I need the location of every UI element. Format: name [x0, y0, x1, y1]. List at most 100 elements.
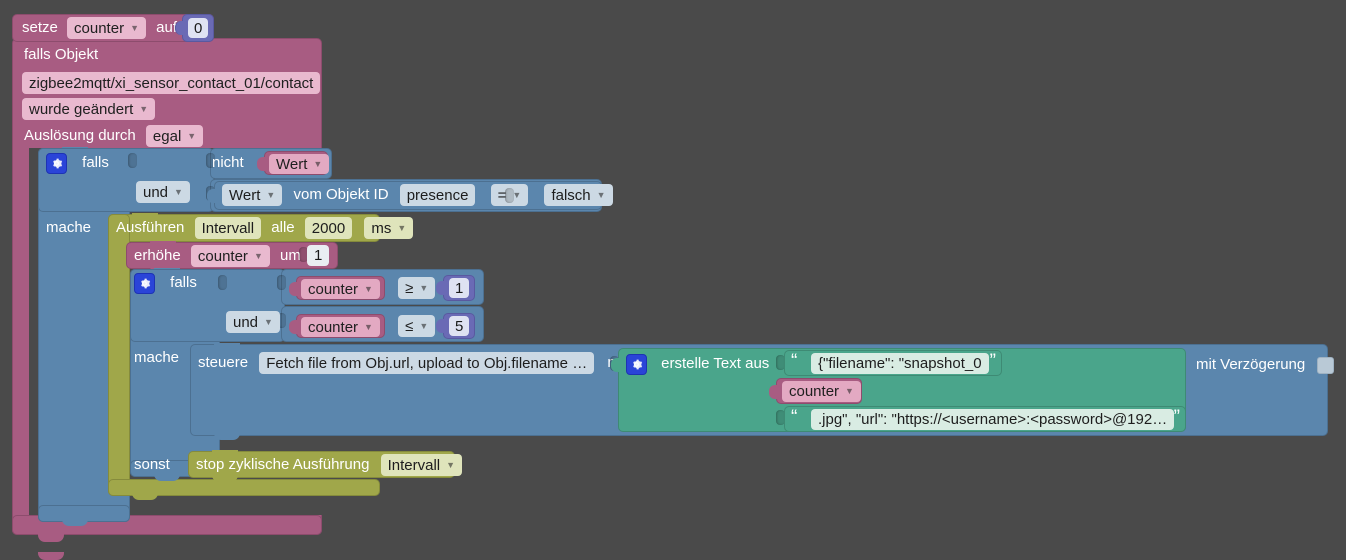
interval-name-field[interactable]: Intervall: [194, 217, 262, 239]
not-value-block[interactable]: Wert ▼: [257, 151, 330, 175]
compare-right-value: falsch: [551, 186, 591, 204]
control-keyword: steuere: [198, 354, 249, 371]
cond2-operator-dropdown[interactable]: ≤ ▼: [398, 315, 436, 337]
value-plug: [436, 319, 445, 333]
set-variable-row: setze counter ▼ auf: [22, 17, 177, 39]
trigger-object-id-row[interactable]: zigbee2mqtt/xi_sensor_contact_01/contact: [22, 72, 321, 94]
cond2-operator: ≤: [405, 317, 414, 335]
trigger-line1: falls Objekt: [24, 44, 98, 66]
inner-if-and-row[interactable]: und ▼: [226, 311, 280, 333]
inner-if-header: falls: [134, 272, 197, 294]
gear-icon[interactable]: [134, 272, 155, 294]
value-plug: [611, 358, 620, 372]
cond2-number-value[interactable]: 5: [449, 316, 470, 336]
interval-unit-dropdown[interactable]: ms ▼: [364, 217, 414, 239]
increment-variable-name: counter: [197, 247, 248, 265]
text-join-label: erstelle Text aus: [661, 355, 770, 372]
text-variable-part-2[interactable]: counter ▼: [769, 378, 862, 404]
increment-row: erhöhe counter ▼ um: [134, 245, 301, 267]
stop-interval-name-dropdown[interactable]: Intervall ▼: [380, 454, 463, 476]
chevron-down-icon: ▼: [139, 103, 149, 114]
text-part-1-field[interactable]: {"filename": "snapshot_0: [811, 353, 989, 374]
inner-and-dropdown[interactable]: und ▼: [226, 311, 280, 333]
delay-checkbox[interactable]: [1317, 356, 1335, 374]
cond1-number-value[interactable]: 1: [449, 278, 470, 298]
set-assign-word: auf: [156, 19, 178, 36]
text-part-3-field[interactable]: .jpg", "url": "https://<username>:<passw…: [811, 409, 1175, 430]
chevron-down-icon: ▼: [419, 282, 429, 293]
cond1-variable-name: counter: [308, 280, 359, 298]
number-value[interactable]: 0: [188, 18, 209, 38]
cond2-variable-dropdown[interactable]: counter ▼: [301, 317, 380, 337]
set-variable-dropdown[interactable]: counter ▼: [67, 17, 146, 39]
chevron-down-icon: ▼: [266, 189, 276, 200]
gear-icon[interactable]: [626, 353, 647, 375]
compare-left-dropdown[interactable]: Wert ▼: [222, 184, 283, 206]
gear-icon[interactable]: [46, 152, 67, 174]
set-variable-name: counter: [74, 19, 125, 37]
close-quote-icon: ”: [989, 351, 996, 372]
cond2-variable-name: counter: [308, 318, 359, 336]
interval-run-label: Ausführen: [116, 219, 185, 236]
chevron-down-icon: ▼: [397, 222, 407, 233]
increment-variable-dropdown[interactable]: counter ▼: [190, 245, 270, 267]
increment-amount-field[interactable]: 1: [307, 245, 330, 266]
interval-notch-bottom: [132, 492, 158, 500]
and-dropdown[interactable]: und ▼: [136, 181, 190, 203]
trigger-line1-label: falls Objekt: [24, 46, 99, 63]
cond1-number-block[interactable]: 1: [436, 275, 475, 301]
compare-left-value: Wert: [229, 186, 261, 204]
stop-interval-keyword: stop zyklische Ausführung: [196, 456, 370, 473]
chevron-down-icon: ▼: [174, 186, 183, 197]
text-part-2-variable-dropdown[interactable]: counter ▼: [782, 381, 861, 402]
interval-header-row: Ausführen Intervall alle 2000 ms ▼: [116, 217, 414, 239]
inner-if-do-row: mache: [134, 347, 179, 369]
outer-if-and-row[interactable]: und ▼: [136, 181, 190, 203]
value-plug: [289, 320, 298, 334]
compare-object-id[interactable]: presence: [399, 184, 476, 206]
cond2-variable-block[interactable]: counter ▼: [289, 314, 385, 338]
value-plug: [289, 282, 298, 296]
cond2-number-block[interactable]: 5: [436, 313, 475, 339]
trigger-block-notch-bottom: [38, 534, 64, 542]
inner-if-do-label: mache: [134, 349, 180, 366]
set-keyword: setze: [22, 19, 58, 36]
trigger-condition-label: wurde geändert: [29, 100, 134, 118]
increment-keyword: erhöhe: [134, 247, 181, 264]
inner-cond-2: counter ▼ ≤ ▼: [289, 314, 436, 338]
cond1-variable-dropdown[interactable]: counter ▼: [301, 279, 380, 299]
control-target-dropdown[interactable]: Fetch file from Obj.url, upload to Obj.f…: [259, 352, 595, 374]
set-variable-notch: [38, 552, 64, 560]
text-block-part-3[interactable]: “ .jpg", "url": "https://<username>:<pas…: [784, 406, 1186, 432]
trigger-condition-dropdown[interactable]: wurde geändert ▼: [22, 98, 156, 120]
chevron-down-icon: ▼: [253, 250, 263, 261]
interval-unit-label: ms: [371, 219, 392, 237]
outer-if-do-row: mache: [46, 217, 91, 239]
inner-cond-1: counter ▼ ≥ ▼: [289, 276, 436, 300]
value-plug: [175, 21, 185, 35]
outer-if-socket-1: [128, 153, 137, 168]
trigger-object-id-field[interactable]: zigbee2mqtt/xi_sensor_contact_01/contact: [22, 72, 321, 94]
trigger-condition-row[interactable]: wurde geändert ▼: [22, 98, 156, 120]
stop-interval-name: Intervall: [387, 456, 441, 474]
trigger-by-row[interactable]: Auslösung durch egal ▼: [24, 125, 204, 147]
text-block-part-1[interactable]: “ {"filename": "snapshot_0 ”: [784, 350, 1002, 376]
control-notch-top: [214, 343, 240, 351]
number-block-zero[interactable]: 0: [175, 14, 214, 42]
control-delay-row[interactable]: mit Verzögerung: [1196, 354, 1335, 376]
not-value-dropdown[interactable]: Wert ▼: [269, 154, 330, 174]
compare-right-dropdown[interactable]: falsch ▼: [544, 184, 613, 206]
trigger-by-dropdown[interactable]: egal ▼: [145, 125, 204, 147]
value-plug: [769, 385, 778, 399]
cond1-operator-dropdown[interactable]: ≥ ▼: [398, 277, 436, 299]
not-value-label: Wert: [276, 155, 308, 173]
cond1-variable-block[interactable]: counter ▼: [289, 276, 385, 300]
interval-period-field[interactable]: 2000: [304, 217, 353, 239]
chevron-down-icon: ▼: [364, 283, 373, 294]
outer-if-notch-bottom: [62, 518, 88, 526]
inner-if-label: falls: [170, 274, 197, 291]
value-plug: [436, 281, 445, 295]
cond1-operator: ≥: [405, 279, 414, 297]
and-label: und: [143, 183, 169, 201]
not-block-row: nicht: [212, 152, 244, 174]
